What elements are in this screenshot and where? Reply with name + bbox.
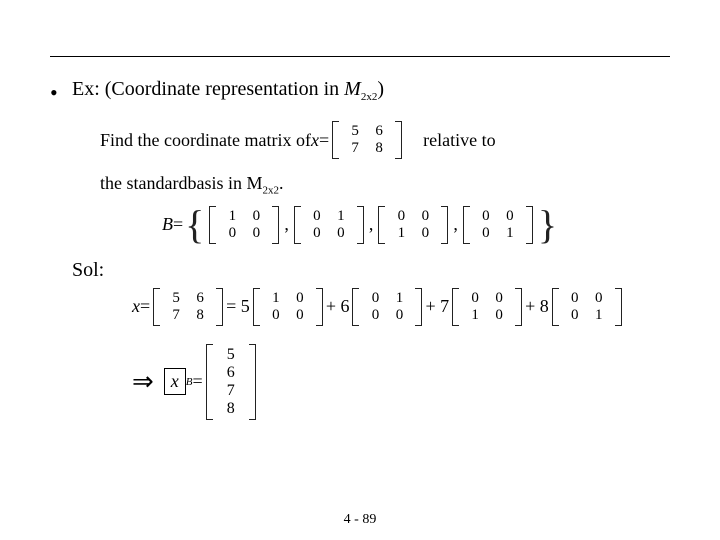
x-var: x: [132, 296, 140, 317]
plus8: + 8: [525, 296, 549, 317]
basis-label: B: [162, 214, 173, 235]
term-matrix-3: 0010: [452, 288, 522, 326]
comma: ,: [367, 214, 376, 235]
problem-line-2: the standardbasis in M2x2.: [72, 173, 670, 197]
basis-sub: 2x2: [262, 185, 279, 197]
right-brace-icon: }: [536, 205, 559, 245]
matrix-cell: 6: [367, 123, 391, 140]
page-number: 4 - 89: [0, 512, 720, 528]
eq5: = 5: [226, 296, 250, 317]
basis-matrix-1: 1000: [209, 206, 279, 244]
comma: ,: [451, 214, 460, 235]
problem-line-1: Find the coordinate matrix of x = 56 78 …: [72, 121, 670, 159]
term-matrix-1: 1000: [253, 288, 323, 326]
basis-matrix-3: 0010: [378, 206, 448, 244]
relative-text: relative to: [423, 130, 495, 151]
basis-set: { 1000 , 0100 , 0010 , 0001 }: [183, 205, 559, 245]
matrix-x: 56 78: [332, 121, 402, 159]
basis-definition: B = { 1000 , 0100 , 0010 , 0001 }: [72, 205, 670, 245]
horizontal-rule: [50, 56, 670, 57]
basis-subscript: B: [186, 376, 193, 388]
basis-matrix-4: 0001: [463, 206, 533, 244]
coord-notation: x: [164, 368, 186, 395]
eq-sign: =: [173, 214, 183, 235]
title-suffix: ): [377, 78, 384, 100]
plus7: + 7: [425, 296, 449, 317]
term-matrix-4: 0001: [552, 288, 622, 326]
eq-sign: =: [193, 371, 203, 392]
eq-sign: =: [140, 296, 150, 317]
comma: ,: [282, 214, 291, 235]
expansion-equation: x = 5678 = 5 1000 + 6 0100 + 7 0010 + 8 …: [72, 288, 670, 326]
matrix-x: 5678: [153, 288, 223, 326]
term-matrix-2: 0100: [352, 288, 422, 326]
plus6: + 6: [326, 296, 350, 317]
matrix-cell: 5: [343, 123, 367, 140]
basis-period: .: [279, 173, 284, 193]
eq-sign: =: [319, 130, 329, 151]
find-text: Find the coordinate matrix of: [100, 130, 311, 151]
implies-icon: ⇒: [132, 367, 154, 397]
matrix-cell: 7: [343, 140, 367, 157]
basis-matrix-2: 0100: [294, 206, 364, 244]
left-brace-icon: {: [183, 205, 206, 245]
coord-vector: 5 6 7 8: [206, 344, 256, 420]
solution-label: Sol:: [72, 259, 670, 282]
x-var: x: [171, 371, 179, 392]
bullet-item: • Ex: (Coordinate representation in M2x2…: [50, 78, 670, 420]
bullet-dot-icon: •: [50, 78, 72, 104]
result-equation: ⇒ x B = 5 6 7 8: [72, 344, 670, 420]
title-prefix: Ex: (Coordinate representation in: [72, 78, 344, 100]
title-space: M: [344, 78, 361, 100]
slide-content: • Ex: (Coordinate representation in M2x2…: [50, 78, 670, 420]
x-var: x: [311, 130, 319, 151]
example-title: Ex: (Coordinate representation in M2x2): [72, 78, 670, 103]
matrix-cell: 8: [367, 140, 391, 157]
title-sub: 2x2: [361, 91, 378, 103]
basis-text: the standardbasis in M: [100, 173, 262, 193]
